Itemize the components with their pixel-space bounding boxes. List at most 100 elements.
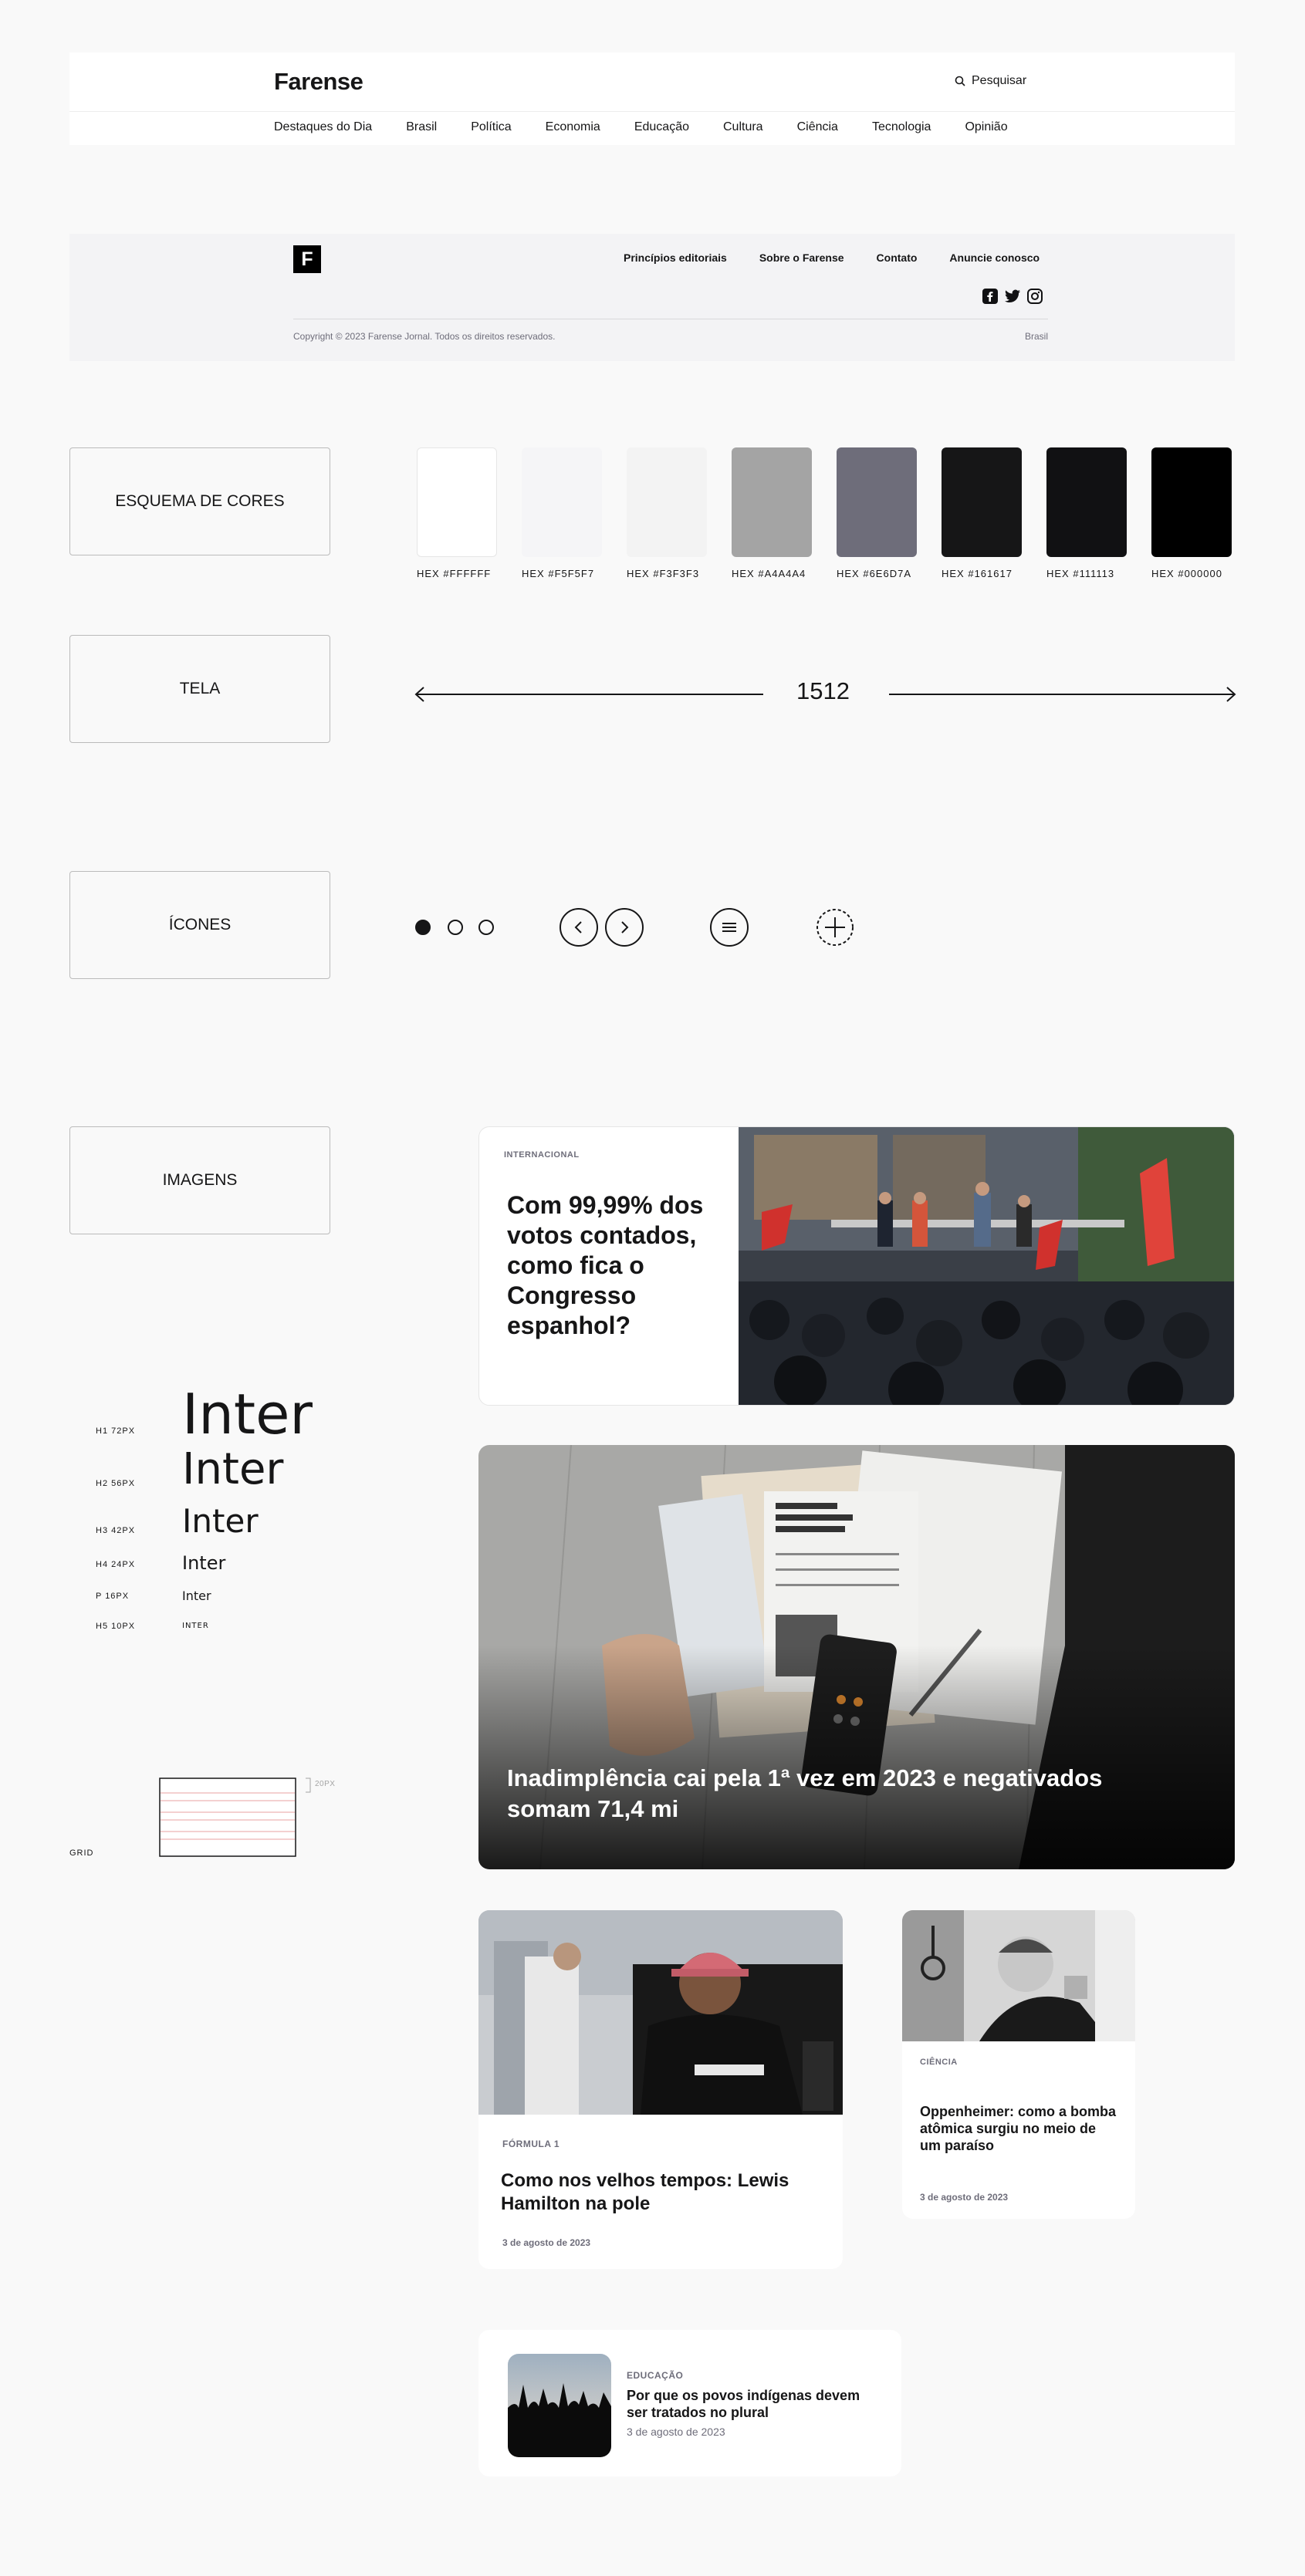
f1-article-card[interactable]: FÓRMULA 1 Como nos velhos tempos: Lewis … xyxy=(478,1910,843,2269)
twitter-icon[interactable] xyxy=(1003,288,1022,305)
region-label[interactable]: Brasil xyxy=(1025,331,1048,342)
instagram-icon[interactable] xyxy=(1026,288,1043,305)
type-label-p: P 16PX xyxy=(96,1592,130,1601)
article-kicker: CIÊNCIA xyxy=(920,2058,958,2067)
nav-item-opiniao[interactable]: Opinião xyxy=(965,120,1007,134)
rally-photo xyxy=(739,1127,1234,1405)
dot-empty-icon[interactable] xyxy=(478,920,494,935)
main-nav: Destaques do Dia Brasil Política Economi… xyxy=(274,120,1008,134)
search-button[interactable]: Pesquisar xyxy=(955,74,1026,88)
gutter-label: 20PX xyxy=(315,1780,336,1788)
education-article-card[interactable]: EDUCAÇÃO Por que os povos indígenas deve… xyxy=(478,2330,901,2476)
hero-title[interactable]: Inadimplência cai pela 1ª vez em 2023 e … xyxy=(507,1763,1186,1825)
site-header: Farense Pesquisar Destaques do Dia Brasi… xyxy=(69,52,1235,145)
type-sample-h2: Inter xyxy=(182,1444,284,1494)
type-label-h5: H5 10PX xyxy=(96,1622,136,1631)
type-sample-h1: Inter xyxy=(182,1382,313,1447)
article-date: 3 de agosto de 2023 xyxy=(920,2192,1009,2203)
nav-item-educacao[interactable]: Educação xyxy=(634,120,689,134)
hamilton-photo xyxy=(478,1910,843,2115)
type-sample-h3: Inter xyxy=(182,1502,259,1540)
search-label: Pesquisar xyxy=(972,74,1027,87)
article-kicker: EDUCAÇÃO xyxy=(627,2370,684,2381)
swatch-161617 xyxy=(942,447,1022,557)
feature-article-card[interactable]: INTERNACIONAL Com 99,99% dos votos conta… xyxy=(478,1126,1235,1406)
type-sample-h4: Inter xyxy=(182,1552,226,1574)
grid-diagram xyxy=(159,1778,298,1858)
section-label-colors: ESQUEMA DE CORES xyxy=(69,447,330,555)
copyright-text: Copyright © 2023 Farense Jornal. Todos o… xyxy=(293,331,556,342)
type-sample-h5: INTER xyxy=(182,1622,209,1630)
footer-link-sobre[interactable]: Sobre o Farense xyxy=(759,252,844,264)
dot-filled-icon[interactable] xyxy=(415,920,431,935)
type-sample-p: Inter xyxy=(182,1588,211,1603)
article-date: 3 de agosto de 2023 xyxy=(502,2237,591,2248)
chevron-left-icon[interactable] xyxy=(560,908,598,947)
palette-swatch: HEX #F5F5F7 xyxy=(522,447,602,579)
swatch-code: HEX #F5F5F7 xyxy=(522,568,595,579)
science-article-card[interactable]: CIÊNCIA Oppenheimer: como a bomba atômic… xyxy=(902,1910,1135,2219)
article-title[interactable]: Como nos velhos tempos: Lewis Hamilton n… xyxy=(501,2169,825,2216)
swatch-code: HEX #A4A4A4 xyxy=(732,568,806,579)
section-label-screen: TELA xyxy=(69,635,330,743)
swatch-a4a4a4 xyxy=(732,447,812,557)
section-label-icons: ÍCONES xyxy=(69,871,330,979)
footer-link-contato[interactable]: Contato xyxy=(877,252,918,264)
hero-article-card[interactable]: Inadimplência cai pela 1ª vez em 2023 e … xyxy=(478,1445,1235,1869)
nav-item-economia[interactable]: Economia xyxy=(546,120,600,134)
nav-item-brasil[interactable]: Brasil xyxy=(406,120,437,134)
type-label-h4: H4 24PX xyxy=(96,1560,136,1569)
brand-logo[interactable]: Farense xyxy=(274,68,363,96)
type-label-h2: H2 56PX xyxy=(96,1479,136,1488)
footer-logo[interactable]: F xyxy=(293,245,321,273)
palette-swatch: HEX #161617 xyxy=(942,447,1022,579)
swatch-code: HEX #111113 xyxy=(1046,568,1115,579)
article-kicker: FÓRMULA 1 xyxy=(502,2139,560,2149)
nav-item-destaques[interactable]: Destaques do Dia xyxy=(274,120,372,134)
palette-swatch: HEX #000000 xyxy=(1151,447,1232,579)
footer-links: Princípios editoriais Sobre o Farense Co… xyxy=(624,252,1040,264)
swatch-code: HEX #000000 xyxy=(1151,568,1222,579)
chevron-right-icon[interactable] xyxy=(605,908,644,947)
oppenheimer-photo xyxy=(902,1910,1135,2041)
gutter-bracket-icon xyxy=(306,1778,313,1793)
palette-swatch: HEX #F3F3F3 xyxy=(627,447,707,579)
palette-swatch: HEX #A4A4A4 xyxy=(732,447,812,579)
footer-link-anuncie[interactable]: Anuncie conosco xyxy=(949,252,1040,264)
plus-icon[interactable] xyxy=(816,908,854,947)
arrow-left-icon xyxy=(414,686,763,703)
nav-item-cultura[interactable]: Cultura xyxy=(723,120,763,134)
swatch-code: HEX #6E6D7A xyxy=(837,568,911,579)
footer-link-principios[interactable]: Princípios editoriais xyxy=(624,252,727,264)
menu-icon[interactable] xyxy=(710,908,749,947)
arrow-right-icon xyxy=(889,686,1236,703)
nav-item-tecnologia[interactable]: Tecnologia xyxy=(872,120,931,134)
swatch-111113 xyxy=(1046,447,1127,557)
swatch-code: HEX #FFFFFF xyxy=(417,568,492,579)
palette-swatch: HEX #FFFFFF xyxy=(417,447,497,579)
article-title[interactable]: Oppenheimer: como a bomba atômica surgiu… xyxy=(920,2103,1117,2154)
swatch-f3f3f3 xyxy=(627,447,707,557)
screen-width-value: 1512 xyxy=(796,677,850,704)
palette-swatch: HEX #6E6D7A xyxy=(837,447,917,579)
facebook-icon[interactable] xyxy=(982,288,999,305)
palette-swatch: HEX #111113 xyxy=(1046,447,1127,579)
nav-item-politica[interactable]: Política xyxy=(471,120,511,134)
article-kicker: INTERNACIONAL xyxy=(504,1150,580,1160)
indigenous-photo xyxy=(508,2354,611,2457)
swatch-000000 xyxy=(1151,447,1232,557)
dot-empty-icon[interactable] xyxy=(448,920,463,935)
swatch-code: HEX #161617 xyxy=(942,568,1013,579)
section-label-images: IMAGENS xyxy=(69,1126,330,1234)
swatch-ffffff xyxy=(417,447,497,557)
swatch-f5f5f7 xyxy=(522,447,602,557)
article-title[interactable]: Por que os povos indígenas devem ser tra… xyxy=(627,2387,874,2421)
swatch-6e6d7a xyxy=(837,447,917,557)
search-icon xyxy=(955,76,965,86)
grid-label: GRID xyxy=(69,1848,94,1858)
nav-item-ciencia[interactable]: Ciência xyxy=(797,120,838,134)
social-links xyxy=(982,288,1043,305)
header-divider xyxy=(69,111,1235,112)
article-date: 3 de agosto de 2023 xyxy=(627,2426,725,2438)
article-title[interactable]: Com 99,99% dos votos contados, como fica… xyxy=(507,1190,723,1341)
